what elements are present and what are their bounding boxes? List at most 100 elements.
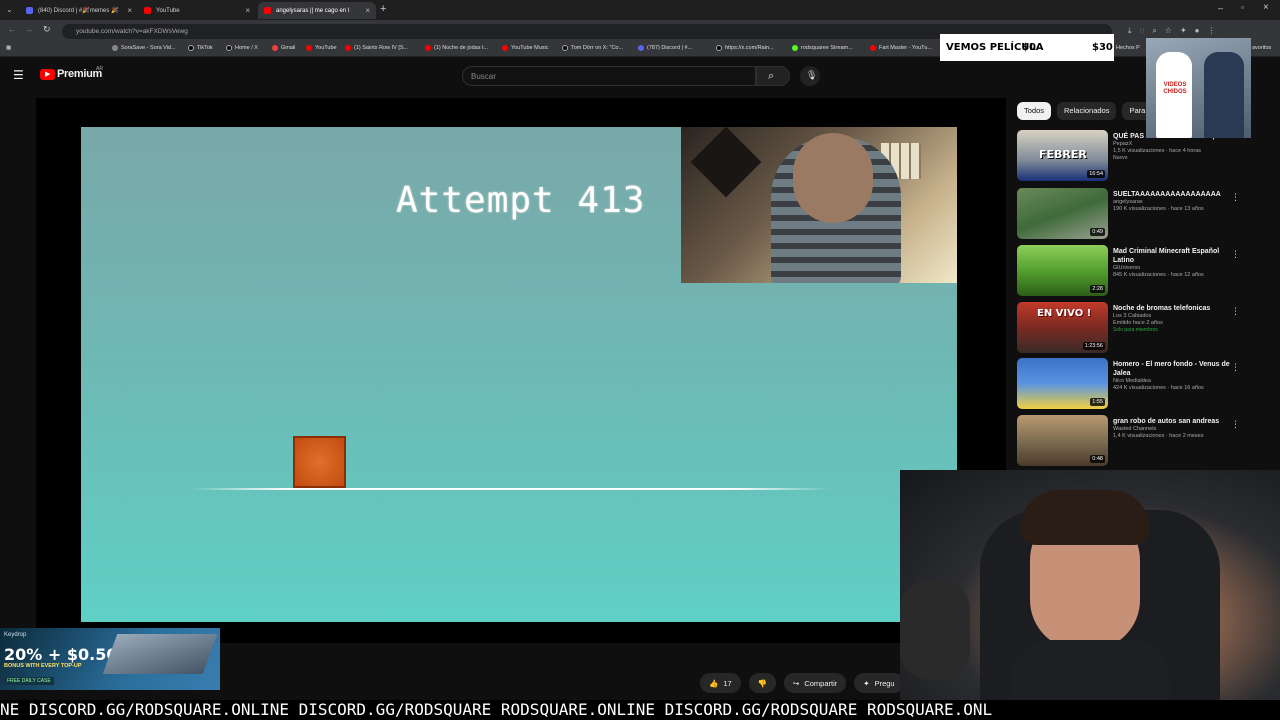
more-options-icon[interactable]: ⋮ xyxy=(1231,306,1240,317)
forward-icon[interactable]: → xyxy=(25,25,33,34)
tab-discord[interactable]: (840) Discord | #🎉memes 🎉 × xyxy=(20,2,138,19)
more-options-icon[interactable]: ⋮ xyxy=(1231,419,1240,430)
bookmark[interactable]: YouTube xyxy=(306,45,337,51)
rec-video-1[interactable]: 0:49 SUELTAAAAAAAAAAAAAAAAA angelysaras … xyxy=(1017,188,1257,241)
bookmark[interactable]: rodsquaree Stream... xyxy=(792,45,853,51)
voice-search-button[interactable]: 🎙 xyxy=(800,66,820,86)
thumbnail[interactable]: 1:55 xyxy=(1017,358,1108,409)
rec-channel[interactable]: PepazX xyxy=(1113,141,1238,148)
search-input[interactable]: Buscar xyxy=(462,66,756,86)
bookmark[interactable]: (1) Noche de jodas t... xyxy=(425,45,488,51)
sponsor-subtext: BONUS WITH EVERY TOP-UP xyxy=(4,663,82,669)
bookmark[interactable]: Fart Master - YouTu... xyxy=(870,45,932,51)
bookmark[interactable]: https://x.com/Rain... xyxy=(716,45,774,51)
eye-off-icon[interactable]: ◌ xyxy=(1140,26,1145,36)
streamer-hair xyxy=(1020,490,1150,545)
rec-stats: 845 K visualizaciones · hace 12 años xyxy=(1113,272,1204,278)
menu-dots-icon[interactable]: ⋮ xyxy=(1208,26,1216,36)
thumbnail[interactable]: 2:28 xyxy=(1017,245,1108,296)
bookmark-label: Gmail xyxy=(281,45,296,51)
rec-video-4[interactable]: 1:55 Homero - El mero fondo - Venus de J… xyxy=(1017,358,1257,411)
microphone xyxy=(900,580,970,680)
region-label: AR xyxy=(96,66,103,72)
bookmark-label: YouTube xyxy=(315,45,337,51)
ask-button[interactable]: ✦ Pregu xyxy=(854,673,904,693)
ask-label: Pregu xyxy=(874,678,895,688)
rec-video-2[interactable]: 2:28 Mad Criminal Minecraft Español Lati… xyxy=(1017,245,1257,298)
game-floor-line xyxy=(190,488,830,490)
tab-close-icon[interactable]: × xyxy=(365,6,370,15)
tab-close-icon[interactable]: × xyxy=(127,6,132,15)
back-icon[interactable]: ← xyxy=(8,25,16,34)
bookmark[interactable]: avoritos xyxy=(1252,45,1271,51)
rec-title[interactable]: Homero - El mero fondo - Venus de Jalea xyxy=(1113,360,1238,378)
more-options-icon[interactable]: ⋮ xyxy=(1231,192,1240,203)
rec-meta: Mad Criminal Minecraft Español Latino Gl… xyxy=(1113,247,1238,279)
puzzle-icon[interactable]: ✦ xyxy=(1180,26,1187,36)
more-options-icon[interactable]: ⋮ xyxy=(1231,249,1240,260)
discord-icon xyxy=(26,7,33,14)
rec-meta: Homero - El mero fondo - Venus de Jalea … xyxy=(1113,360,1238,392)
maximize-icon[interactable]: ▫ xyxy=(1241,3,1244,12)
bookmark[interactable]: Hechos P xyxy=(1116,45,1140,51)
rec-meta: SUELTAAAAAAAAAAAAAAAAA angelysaras 190 K… xyxy=(1113,190,1238,213)
chip-todos[interactable]: Todos xyxy=(1017,102,1052,120)
bookmark[interactable]: YouTube Music xyxy=(502,45,549,51)
rec-channel[interactable]: GlUniverso xyxy=(1113,265,1238,272)
weapon-art xyxy=(102,634,218,674)
like-button[interactable]: 👍 17 xyxy=(700,673,741,693)
rec-title[interactable]: Mad Criminal Minecraft Español Latino xyxy=(1113,247,1238,265)
rec-video-5[interactable]: 0:48 gran robo de autos san andreas Wast… xyxy=(1017,415,1257,468)
profile-icon[interactable]: ● xyxy=(1195,26,1200,36)
rec-channel[interactable]: angelysaras xyxy=(1113,199,1238,206)
bookmark[interactable]: TikTok xyxy=(188,45,213,51)
bookmark[interactable]: Home / X xyxy=(226,45,258,51)
share-button[interactable]: ↪ Compartir xyxy=(784,673,847,693)
rec-title[interactable]: SUELTAAAAAAAAAAAAAAAAA xyxy=(1113,190,1238,199)
thumbnail[interactable]: FEBRER 16:54 xyxy=(1017,130,1108,181)
star-icon[interactable]: ☆ xyxy=(1165,26,1172,36)
video-actions: 👍 17 👎 ↪ Compartir ✦ Pregu xyxy=(700,672,904,694)
rec-channel[interactable]: Los 3 Cabiados xyxy=(1113,313,1238,320)
rec-meta: gran robo de autos san andreas Wasted Ch… xyxy=(1113,417,1238,440)
duration-badge: 16:54 xyxy=(1087,170,1105,178)
tab-video-active[interactable]: angelysaras || me cago en l × xyxy=(258,2,376,19)
close-window-icon[interactable]: × xyxy=(1263,2,1269,13)
bookmark-label: (1) Noche de jodas t... xyxy=(434,45,489,51)
tab-search-icon[interactable]: ⌄ xyxy=(6,5,13,14)
rec-title[interactable]: gran robo de autos san andreas xyxy=(1113,417,1238,426)
apps-icon[interactable]: ▦ xyxy=(6,45,11,51)
scrolling-ticker: NE DISCORD.GG/RODSQUARE.ONLINE DISCORD.G… xyxy=(0,700,1280,720)
download-icon[interactable]: ⤓ xyxy=(1128,26,1132,36)
microphone-icon: 🎙 xyxy=(806,70,818,80)
more-options-icon[interactable]: ⋮ xyxy=(1231,362,1240,373)
goal-target: $30 xyxy=(1092,42,1113,53)
chip-relacionados[interactable]: Relacionados xyxy=(1057,102,1117,120)
bookmark[interactable]: Tom Dörr on X: "Co... xyxy=(562,45,623,51)
tab-close-icon[interactable]: × xyxy=(245,6,250,15)
zoom-icon[interactable]: ⌕ xyxy=(1152,26,1156,36)
person-figure xyxy=(1204,52,1244,138)
youtube-icon xyxy=(144,7,151,14)
thumbnail[interactable]: 0:49 xyxy=(1017,188,1108,239)
bookmark[interactable]: Gmail xyxy=(272,45,295,51)
minimize-icon[interactable]: – xyxy=(1218,3,1223,13)
new-tab-icon[interactable]: + xyxy=(380,3,386,15)
rec-stats: Emitido hace 2 años xyxy=(1113,320,1163,326)
rec-video-3[interactable]: EN VIVO ! 1:23:56 Noche de bromas telefo… xyxy=(1017,302,1257,355)
rec-channel[interactable]: Nico Medialdea xyxy=(1113,378,1238,385)
rec-stats: 424 K visualizaciones · hace 16 años xyxy=(1113,385,1204,391)
rec-channel[interactable]: Wasted Channels xyxy=(1113,426,1238,433)
dislike-button[interactable]: 👎 xyxy=(748,673,777,693)
search-button[interactable]: ⌕ xyxy=(756,66,790,86)
bookmark[interactable]: (1) Saints Row IV [S... xyxy=(345,45,408,51)
hamburger-menu-icon[interactable]: ☰ xyxy=(13,68,24,82)
sponsor-banner: Keydrop 20% + $0.50 BONUS WITH EVERY TOP… xyxy=(0,628,220,690)
reload-icon[interactable]: ↻ xyxy=(43,24,51,35)
thumbnail[interactable]: 0:48 xyxy=(1017,415,1108,466)
thumbnail[interactable]: EN VIVO ! 1:23:56 xyxy=(1017,302,1108,353)
tab-youtube[interactable]: YouTube × xyxy=(138,2,256,19)
rec-title[interactable]: Noche de bromas telefonicas xyxy=(1113,304,1238,313)
bookmark[interactable]: SoraSave - Sora Vid... xyxy=(112,45,176,51)
bookmark[interactable]: (787) Discord | #... xyxy=(638,45,692,51)
